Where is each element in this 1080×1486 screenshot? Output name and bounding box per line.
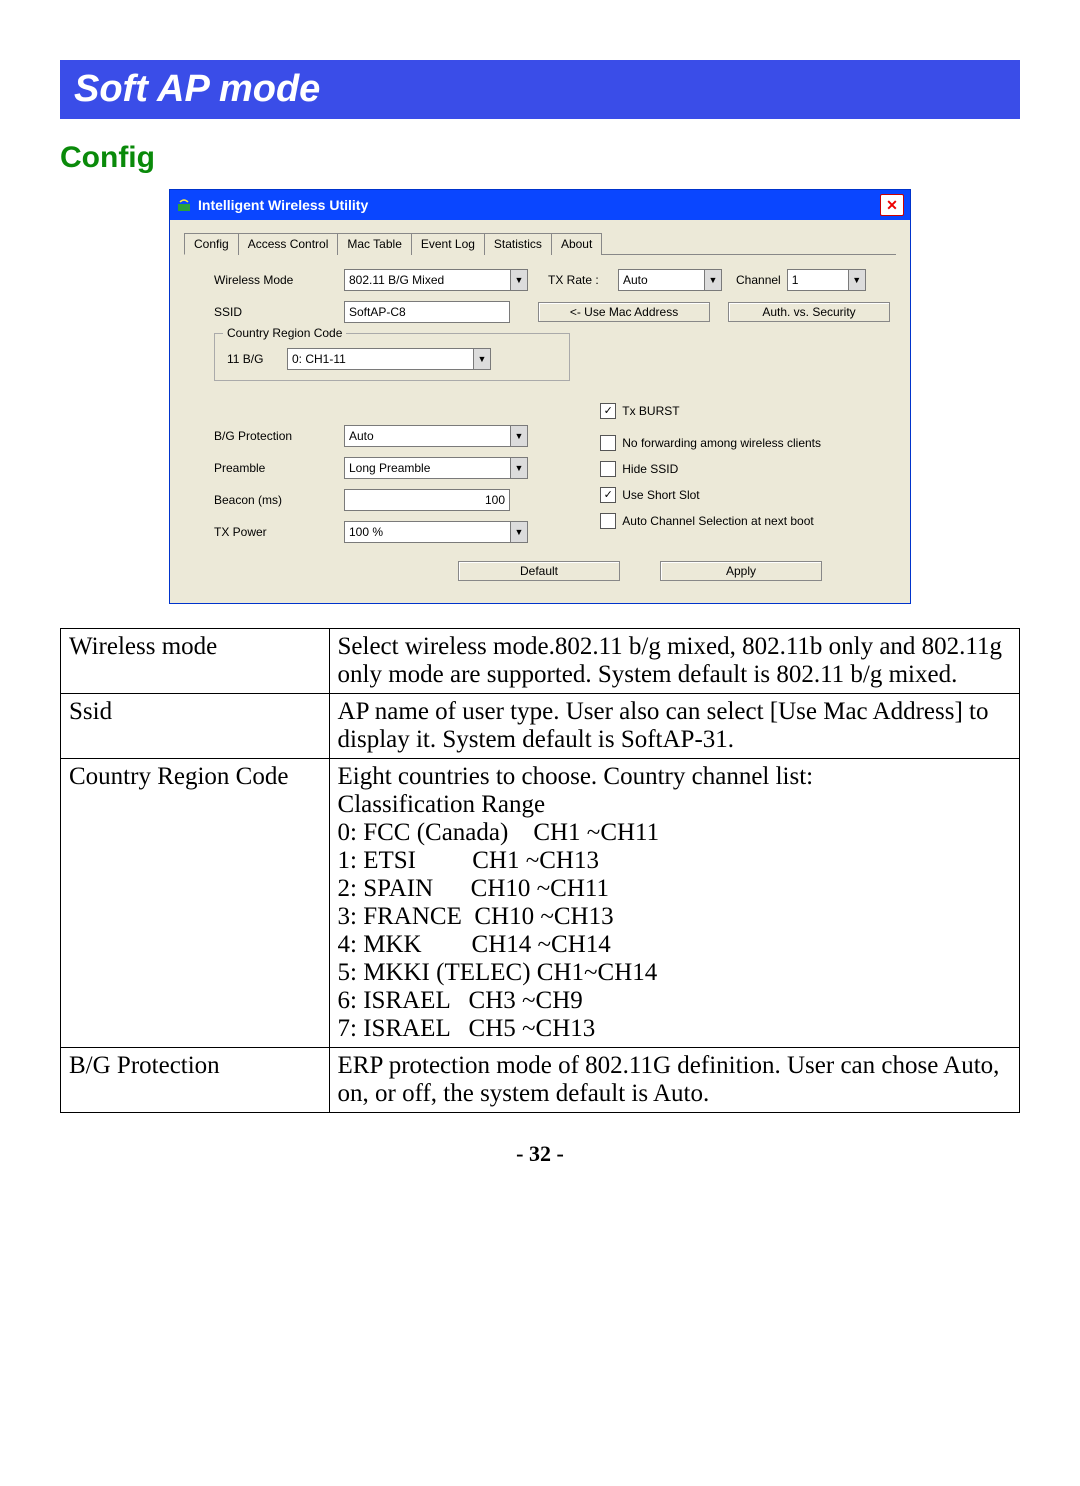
tab-statistics[interactable]: Statistics <box>484 233 552 255</box>
wireless-mode-label: Wireless Mode <box>214 273 344 287</box>
table-cell-val: Eight countries to choose. Country chann… <box>329 759 1019 1048</box>
row-ssid: SSID SoftAP-C8 <- Use Mac Address Auth. … <box>184 301 896 323</box>
bg11-label: 11 B/G <box>227 352 287 366</box>
chevron-down-icon: ▼ <box>473 349 490 369</box>
tab-strip: Config Access Control Mac Table Event Lo… <box>184 232 896 255</box>
txburst-checkbox[interactable]: ✓ Tx BURST <box>600 403 679 419</box>
chevron-down-icon: ▼ <box>510 270 527 290</box>
chevron-down-icon: ▼ <box>704 270 721 290</box>
ssid-input[interactable]: SoftAP-C8 <box>344 301 510 323</box>
table-cell-key: Ssid <box>61 694 330 759</box>
close-icon: ✕ <box>886 197 898 214</box>
preamble-select[interactable]: Long Preamble ▼ <box>344 457 528 479</box>
titlebar: Intelligent Wireless Utility ✕ <box>170 190 910 220</box>
description-table: Wireless mode Select wireless mode.802.1… <box>60 628 1020 1113</box>
bg-protection-label: B/G Protection <box>214 429 344 443</box>
use-mac-address-button[interactable]: <- Use Mac Address <box>538 302 710 322</box>
tx-power-select[interactable]: 100 % ▼ <box>344 521 528 543</box>
apply-button[interactable]: Apply <box>660 561 822 581</box>
auto-channel-checkbox[interactable]: Auto Channel Selection at next boot <box>600 513 813 529</box>
ssid-label: SSID <box>214 305 344 319</box>
bg-protection-select[interactable]: Auto ▼ <box>344 425 528 447</box>
table-row: Wireless mode Select wireless mode.802.1… <box>61 629 1020 694</box>
default-button[interactable]: Default <box>458 561 620 581</box>
app-icon <box>176 197 192 213</box>
tx-rate-select[interactable]: Auto ▼ <box>618 269 722 291</box>
hide-ssid-checkbox[interactable]: Hide SSID <box>600 461 678 477</box>
beacon-input[interactable]: 100 <box>344 489 510 511</box>
tx-rate-label: TX Rate : <box>548 273 618 287</box>
chevron-down-icon: ▼ <box>510 458 527 478</box>
table-cell-val: Select wireless mode.802.11 b/g mixed, 8… <box>329 629 1019 694</box>
table-cell-val: AP name of user type. User also can sele… <box>329 694 1019 759</box>
channel-select[interactable]: 1 ▼ <box>787 269 866 291</box>
tab-mac-table[interactable]: Mac Table <box>337 233 411 255</box>
table-row: Ssid AP name of user type. User also can… <box>61 694 1020 759</box>
table-cell-key: Country Region Code <box>61 759 330 1048</box>
dialog-window: Intelligent Wireless Utility ✕ Config Ac… <box>169 189 911 604</box>
checkbox-icon: ✓ <box>600 403 616 419</box>
page-number: - 32 - <box>60 1141 1020 1167</box>
tab-event-log[interactable]: Event Log <box>411 233 485 255</box>
table-cell-val: ERP protection mode of 802.11G definitio… <box>329 1048 1019 1113</box>
checkbox-icon: ✓ <box>600 487 616 503</box>
dialog-screenshot: Intelligent Wireless Utility ✕ Config Ac… <box>60 189 1020 604</box>
table-row: B/G Protection ERP protection mode of 80… <box>61 1048 1020 1113</box>
chevron-down-icon: ▼ <box>510 426 527 446</box>
group-title: Country Region Code <box>223 326 346 340</box>
row-wireless-mode: Wireless Mode 802.11 B/G Mixed ▼ TX Rate… <box>184 269 896 291</box>
short-slot-checkbox[interactable]: ✓ Use Short Slot <box>600 487 699 503</box>
country-region-group: Country Region Code 11 B/G 0: CH1-11 ▼ <box>214 333 570 381</box>
chevron-down-icon: ▼ <box>848 270 865 290</box>
table-row: Country Region Code Eight countries to c… <box>61 759 1020 1048</box>
no-forwarding-checkbox[interactable]: No forwarding among wireless clients <box>600 435 821 451</box>
tx-power-label: TX Power <box>214 525 344 539</box>
beacon-label: Beacon (ms) <box>214 493 344 507</box>
tab-config[interactable]: Config <box>184 233 239 255</box>
channel-label: Channel <box>736 273 781 287</box>
country-region-select[interactable]: 0: CH1-11 ▼ <box>287 348 491 370</box>
tab-about[interactable]: About <box>551 233 602 255</box>
tab-access-control[interactable]: Access Control <box>238 233 339 255</box>
table-cell-key: B/G Protection <box>61 1048 330 1113</box>
page-banner: Soft AP mode <box>60 60 1020 119</box>
preamble-label: Preamble <box>214 461 344 475</box>
checkbox-icon <box>600 435 616 451</box>
wireless-mode-select[interactable]: 802.11 B/G Mixed ▼ <box>344 269 528 291</box>
table-cell-key: Wireless mode <box>61 629 330 694</box>
section-heading: Config <box>60 141 1020 175</box>
checkbox-icon <box>600 461 616 477</box>
window-title: Intelligent Wireless Utility <box>198 197 880 213</box>
checkbox-icon <box>600 513 616 529</box>
auth-security-button[interactable]: Auth. vs. Security <box>728 302 890 322</box>
chevron-down-icon: ▼ <box>510 522 527 542</box>
close-button[interactable]: ✕ <box>880 194 904 216</box>
